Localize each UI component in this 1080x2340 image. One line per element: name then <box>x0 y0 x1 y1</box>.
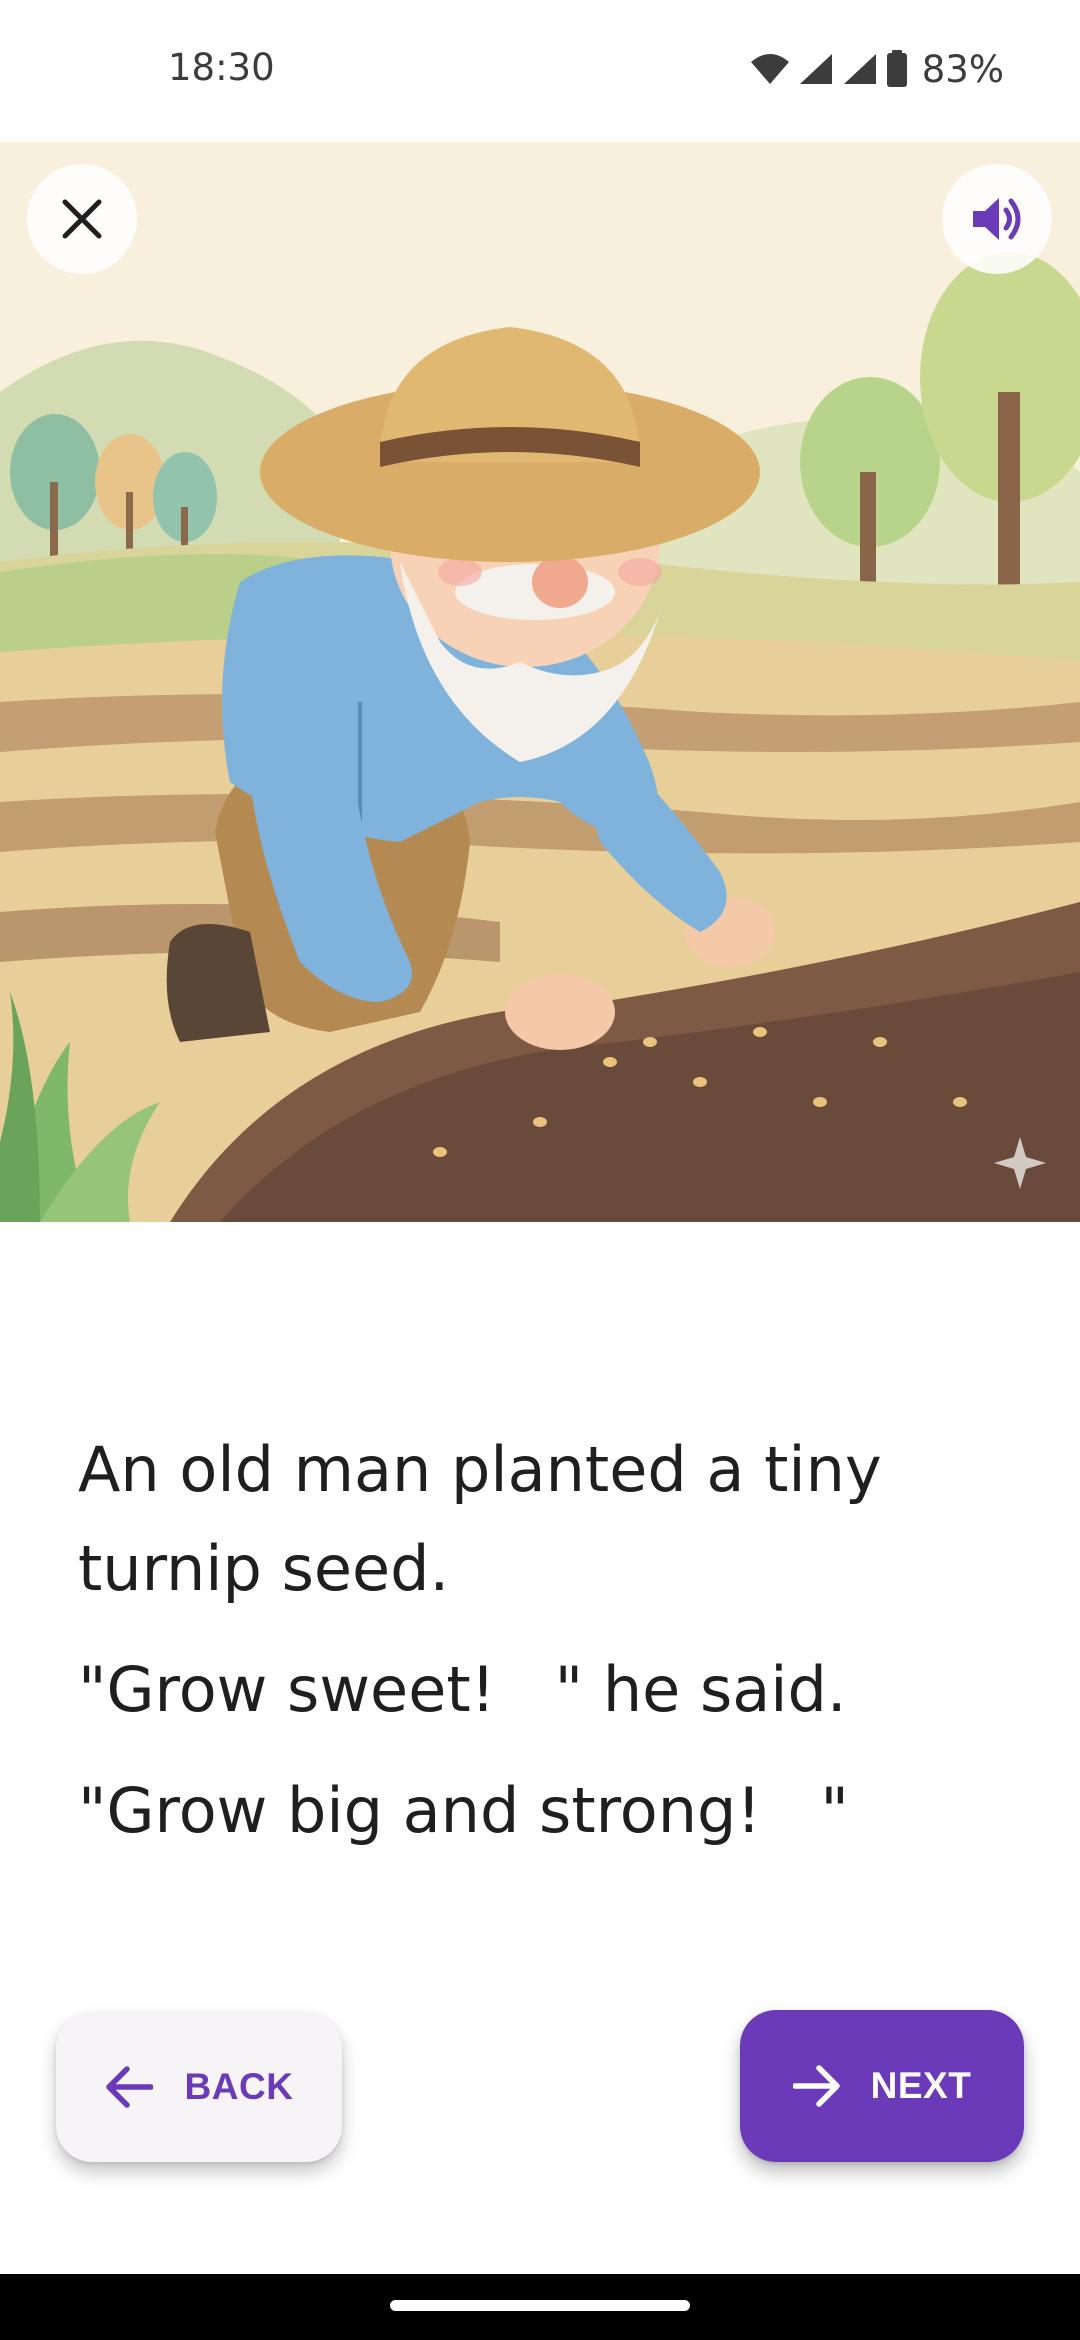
close-button[interactable] <box>27 164 137 274</box>
status-time: 18:30 <box>168 46 275 89</box>
next-button-label: NEXT <box>870 2065 972 2106</box>
story-text: An old man planted a tiny turnip seed. "… <box>78 1420 1018 1882</box>
story-illustration <box>0 142 1080 1222</box>
signal-icon <box>843 54 876 84</box>
back-button[interactable]: BACK <box>56 2012 342 2162</box>
speaker-icon <box>973 198 1021 240</box>
story-line: "Grow sweet! " he said. <box>78 1653 847 1726</box>
next-button[interactable]: NEXT <box>740 2010 1024 2162</box>
status-bar: 18:30 83% <box>0 0 1080 142</box>
back-button-label: BACK <box>184 2066 294 2107</box>
battery-icon <box>886 50 907 87</box>
arrow-left-icon <box>105 2066 153 2108</box>
close-icon <box>62 199 102 239</box>
signal-icon <box>799 54 832 84</box>
home-indicator[interactable] <box>390 2300 690 2311</box>
story-illustration-art <box>0 142 1080 1222</box>
status-icons: 83% <box>750 44 1004 94</box>
wifi-icon <box>750 54 789 84</box>
story-line: "Grow big and strong! " <box>78 1774 849 1847</box>
read-aloud-button[interactable] <box>942 164 1052 274</box>
story-reader-screen: 18:30 83% An old man planted a tiny turn… <box>0 0 1080 2340</box>
battery-percent: 83% <box>921 47 1004 91</box>
story-line: An old man planted a tiny turnip seed. <box>78 1433 882 1605</box>
arrow-right-icon <box>792 2065 840 2107</box>
